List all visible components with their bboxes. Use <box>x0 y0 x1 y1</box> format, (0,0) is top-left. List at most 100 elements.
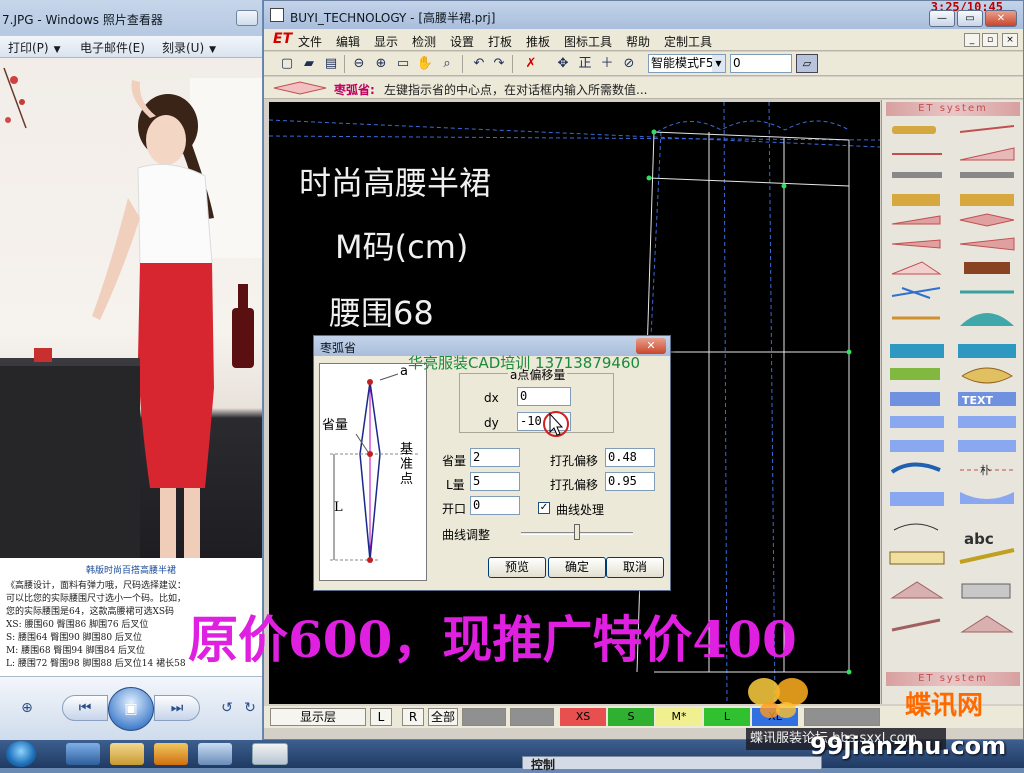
mdi-minimize-button[interactable]: _ <box>964 33 980 47</box>
dart-dialog: 枣弧省 ✕ a 省量 基准点 L a点偏移量 dx 0 dy -10 省量 2 … <box>313 335 671 591</box>
opening-label: 开口 <box>442 502 467 516</box>
dx-input[interactable]: 0 <box>517 387 571 406</box>
mdi-close-button[interactable]: × <box>1002 33 1018 47</box>
new-icon[interactable]: ▢ <box>278 55 296 73</box>
dialog-close-button[interactable]: ✕ <box>636 338 666 354</box>
photo-viewer-task-icon[interactable] <box>198 743 232 765</box>
slideshow-button[interactable]: ▣ <box>108 687 154 731</box>
explorer-icon[interactable] <box>110 743 144 765</box>
minimize-button[interactable] <box>236 10 258 26</box>
menu-edit[interactable]: 编辑 <box>336 33 360 50</box>
cad-watermark: 华亮服装CAD培训 13713879460 <box>408 354 641 372</box>
value-input[interactable]: 0 <box>730 54 792 73</box>
zoom-icon[interactable]: ⊕ <box>14 697 40 719</box>
tool-abc-label: abc <box>964 530 994 548</box>
menu-view[interactable]: 显示 <box>374 33 398 50</box>
pan-icon[interactable]: ✋ <box>416 55 434 73</box>
select-delete-icon[interactable]: ✗ <box>522 55 540 73</box>
curve-process-checkbox[interactable]: ✓ <box>538 502 550 514</box>
menu-grading[interactable]: 推板 <box>526 33 550 50</box>
photo-viewer-controls: ⊕ ⏮ ▣ ⏭ ↺ ↻ <box>0 676 262 740</box>
menu-print[interactable]: 打印(P) ▼ <box>8 39 61 56</box>
palette-tools[interactable] <box>882 120 1024 680</box>
rotate-left-icon[interactable]: ↺ <box>216 697 238 719</box>
dy-label: dy <box>484 416 499 430</box>
tray-popup-label: 控制 <box>531 758 556 772</box>
move-icon[interactable]: ✥ <box>554 55 572 73</box>
ok-button[interactable]: 确定 <box>548 557 606 578</box>
redo-icon[interactable]: ↷ <box>490 55 508 73</box>
dialog-title: 枣弧省 <box>320 341 357 355</box>
l-amount-label: L量 <box>446 478 465 492</box>
cancel-button[interactable]: 取消 <box>606 557 664 578</box>
menu-email[interactable]: 电子邮件(E) <box>80 39 145 56</box>
no-snap-icon[interactable]: ⊘ <box>620 55 638 73</box>
save-icon[interactable]: ▤ <box>322 55 340 73</box>
dart-diagram: a 省量 基准点 L <box>319 363 427 581</box>
l-amount-input[interactable]: 5 <box>470 472 520 491</box>
punch-offset-1-input[interactable]: 0.48 <box>605 448 655 467</box>
status-tool-name: 枣弧省: <box>334 83 375 97</box>
size-slot[interactable] <box>462 708 506 726</box>
ruler-icon[interactable]: ▱ <box>796 54 818 73</box>
rotate-right-icon[interactable]: ↻ <box>240 697 260 719</box>
start-button[interactable] <box>6 741 36 767</box>
size-slot[interactable] <box>510 708 554 726</box>
cad-toolbar: ▢ ▰ ▤ ⊖ ⊕ ▭ ✋ ⌕ ↶ ↷ ✗ ✥ 正 ＋ ⊘ 智能模式F5 ▼ 0 … <box>264 52 1023 76</box>
size-slot[interactable] <box>804 708 880 726</box>
right-button[interactable]: R <box>402 708 424 726</box>
preview-button[interactable]: 预览 <box>488 557 546 578</box>
left-button[interactable]: L <box>370 708 392 726</box>
caption-title: 韩版时尚百搭高腰半裙 <box>85 566 176 576</box>
menu-icon-tools[interactable]: 图标工具 <box>564 33 612 50</box>
menu-settings[interactable]: 设置 <box>450 33 474 50</box>
minimize-button[interactable]: — <box>929 10 955 27</box>
maximize-button[interactable]: ▭ <box>957 10 983 27</box>
brand-name: 蝶讯网 <box>905 691 984 721</box>
dart-amount-label: 省量 <box>442 454 467 468</box>
menu-help[interactable]: 帮助 <box>626 33 650 50</box>
pattern-waist: 腰围68 <box>329 294 434 332</box>
punch-offset-2-label: 打孔偏移 <box>550 478 599 492</box>
mouse-cursor-icon <box>543 411 569 437</box>
dart-amount-input[interactable]: 2 <box>470 448 520 467</box>
cad-status-bar: 枣弧省: 左键指示省的中心点，在对话框内输入所需数值... <box>264 77 1023 99</box>
media-player-icon[interactable] <box>154 743 188 765</box>
zoom-window-icon[interactable]: ⌕ <box>438 55 456 73</box>
open-icon[interactable]: ▰ <box>300 55 318 73</box>
curve-process-label: 曲线处理 <box>556 503 605 517</box>
next-button[interactable]: ⏭ <box>154 695 200 721</box>
photo-viewer-titlebar[interactable]: 7.JPG - Windows 照片查看器 <box>0 0 262 36</box>
fit-icon[interactable]: ▭ <box>394 55 412 73</box>
menu-custom-tools[interactable]: 定制工具 <box>664 33 712 50</box>
app-icon <box>270 8 284 22</box>
size-s[interactable]: S <box>608 708 654 726</box>
diagram-label-l: L <box>334 500 343 515</box>
menu-pattern[interactable]: 打板 <box>488 33 512 50</box>
close-button[interactable]: ✕ <box>985 10 1017 27</box>
ortho-icon[interactable]: 正 <box>576 55 594 73</box>
mode-select[interactable]: 智能模式F5 ▼ <box>648 54 726 73</box>
menu-burn[interactable]: 刻录(U) ▼ <box>162 39 216 56</box>
opening-input[interactable]: 0 <box>470 496 520 515</box>
menu-file[interactable]: 文件 <box>298 33 322 50</box>
crosshair-icon[interactable]: ＋ <box>598 55 616 73</box>
ie-icon[interactable] <box>66 743 100 765</box>
cad-task-icon[interactable] <box>252 743 288 765</box>
size-xs[interactable]: XS <box>560 708 606 726</box>
cad-titlebar[interactable]: BUYI_TECHNOLOGY - [高腰半裙.prj] 3:25/10:45 … <box>264 0 1023 29</box>
previous-button[interactable]: ⏮ <box>62 695 108 721</box>
caption-line: 《高腰设计，面料有弹力哦，尺码选择建议： <box>6 581 187 591</box>
tool-palette: ET system ET system TEXT 朴 abc <box>881 100 1023 704</box>
zoom-out-icon[interactable]: ⊖ <box>350 55 368 73</box>
punch-offset-2-input[interactable]: 0.95 <box>605 472 655 491</box>
zoom-in-icon[interactable]: ⊕ <box>372 55 390 73</box>
size-m[interactable]: M* <box>656 708 702 726</box>
display-layer-button[interactable]: 显示层 <box>270 708 366 726</box>
diagram-label-base: 基准点 <box>400 442 414 487</box>
mdi-restore-button[interactable]: ▫ <box>982 33 998 47</box>
undo-icon[interactable]: ↶ <box>470 55 488 73</box>
all-sizes-button[interactable]: 全部 <box>428 708 458 726</box>
menu-check[interactable]: 检测 <box>412 33 436 50</box>
curve-adjust-thumb[interactable] <box>574 524 580 540</box>
